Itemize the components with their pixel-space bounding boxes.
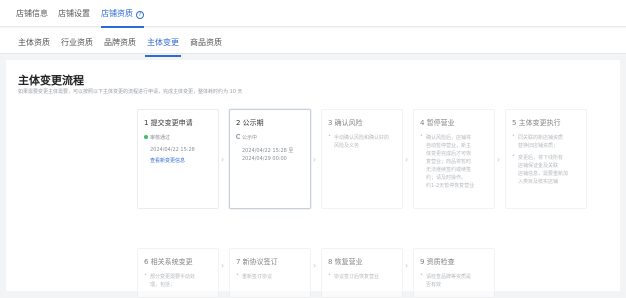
step-title: 9 资质检查 xyxy=(420,258,455,266)
step-card-publicity[interactable]: 2 公示期 公示中 2024/04/22 15:28 至 2024/04/29 … xyxy=(229,109,311,209)
step-card-confirm-risk[interactable]: 3 确认风险 • 手动确认风险和确认好的 风险及义务 xyxy=(321,109,403,209)
main-panel: 主体变更流程 如果需要变更主体需要，可以按照以下主体变更的流程进行申请，完成主体… xyxy=(6,60,620,298)
bullet-dot: • xyxy=(512,133,515,139)
step-detail: 复营业；商品将暂时 xyxy=(426,159,472,165)
top-tab-label: 店铺资质 xyxy=(101,9,133,18)
page-title: 主体变更流程 xyxy=(18,74,84,87)
step-detail: 重新签订协议 xyxy=(242,274,273,280)
step-title: 1 提交变更申请 xyxy=(144,119,193,127)
bullet-dot: • xyxy=(144,272,147,278)
bullet-dot: • xyxy=(420,272,423,278)
step-detail: 否有效 xyxy=(426,282,442,288)
step-detail: 无法继续签约或续签 xyxy=(426,167,472,173)
tab-entity-change[interactable]: 主体变更 xyxy=(145,37,181,57)
step-card-suspend[interactable]: 4 暂停营业 • 确认风险后，店铺将 自动暂停营业，新主 体变更完成后才可恢 复… xyxy=(413,109,495,209)
step-title: 7 新协议签订 xyxy=(236,258,278,266)
step-title: 5 主体变更执行 xyxy=(512,119,561,127)
step-detail: 约1-2天暂停恢复营业 xyxy=(426,183,475,189)
step-detail: 入类目及核实店铺 xyxy=(518,179,559,185)
step-card-submit[interactable]: 1 提交变更申请 审核通过 2024/04/22 15:28 查看新变更信息 xyxy=(137,109,219,209)
step-detail: 同关联的新店铺资质 xyxy=(518,135,564,141)
step-title: 6 相关系统变更 xyxy=(144,258,193,266)
step-card-execute-change[interactable]: 5 主体变更执行 • 同关联的新店铺资质 替换旧店铺资质； • 变更后，将下线所… xyxy=(505,109,587,209)
step-time-start: 2024/04/22 15:28 至 xyxy=(242,148,294,154)
step-title: 4 暂停营业 xyxy=(420,119,455,127)
step-detail: 确认风险后，店铺将 xyxy=(426,135,472,141)
bullet-dot: • xyxy=(236,272,239,278)
page-description: 如果需要变更主体需要，可以按照以下主体变更的流程进行申请，完成主体变更，整体耗时… xyxy=(18,89,243,95)
step-detail: 店铺信息，需要重新加 xyxy=(518,171,569,177)
chevron-right-icon: › xyxy=(221,261,225,270)
step-detail: 店铺保证金及关联 xyxy=(518,163,559,169)
top-tab-store-settings[interactable]: 店铺设置 xyxy=(58,8,90,19)
step-detail: 约；请及时操作。 xyxy=(426,175,467,181)
step-detail: 部分变更需要手动处 xyxy=(150,274,196,280)
step-detail: 请检查品牌等资质是 xyxy=(426,274,472,280)
bullet-dot: • xyxy=(328,272,331,278)
view-change-info-link[interactable]: 查看新变更信息 xyxy=(150,157,185,164)
chevron-right-icon: › xyxy=(405,261,409,270)
step-detail: 变更后，将下线所有 xyxy=(518,155,564,161)
step-status: 公示中 xyxy=(242,135,258,141)
step-detail: 体变更完成后才可恢 xyxy=(426,151,472,157)
chevron-right-icon: › xyxy=(497,155,501,164)
step-detail: 风险及义务 xyxy=(334,143,360,149)
step-time: 2024/04/22 15:28 xyxy=(150,147,195,153)
bullet-dot: • xyxy=(420,133,423,139)
top-tab-store-info[interactable]: 店铺信息 xyxy=(16,8,48,19)
step-detail: 自动暂停营业，新主 xyxy=(426,143,472,149)
step-detail: 协议签订后恢复营业 xyxy=(334,274,380,280)
bullet-dot: • xyxy=(328,133,331,139)
bullet-dot: • xyxy=(512,153,515,159)
sub-tabs: 主体资质 行业资质 品牌资质 主体变更 商品资质 xyxy=(0,28,626,57)
approved-dot-icon xyxy=(144,135,148,139)
step-title: 3 确认风险 xyxy=(328,119,363,127)
tab-product-qualification[interactable]: 商品资质 xyxy=(190,37,222,48)
step-title: 8 恢复营业 xyxy=(328,258,363,266)
loading-icon xyxy=(236,134,241,139)
chevron-right-icon: › xyxy=(313,261,317,270)
step-status: 审核通过 xyxy=(150,135,171,141)
chevron-right-icon: › xyxy=(313,155,317,164)
tab-entity-qualification[interactable]: 主体资质 xyxy=(18,37,50,48)
chevron-right-icon: › xyxy=(221,155,225,164)
top-tab-store-qualifications[interactable]: 店铺资质? xyxy=(101,8,144,28)
step-title: 2 公示期 xyxy=(236,119,264,127)
step-detail: 手动确认风险和确认好的 xyxy=(334,135,390,141)
top-nav: 店铺信息 店铺设置 店铺资质? xyxy=(0,0,626,28)
step-detail: 替换旧店铺资质； xyxy=(518,143,559,149)
step-detail: 理，包括： xyxy=(150,282,176,288)
step-time-end: 2024/04/29 00:00 xyxy=(242,156,287,162)
chevron-right-icon: › xyxy=(405,155,409,164)
tab-brand-qualification[interactable]: 品牌资质 xyxy=(104,37,136,48)
help-icon[interactable]: ? xyxy=(136,11,144,19)
tab-industry-qualification[interactable]: 行业资质 xyxy=(61,37,93,48)
